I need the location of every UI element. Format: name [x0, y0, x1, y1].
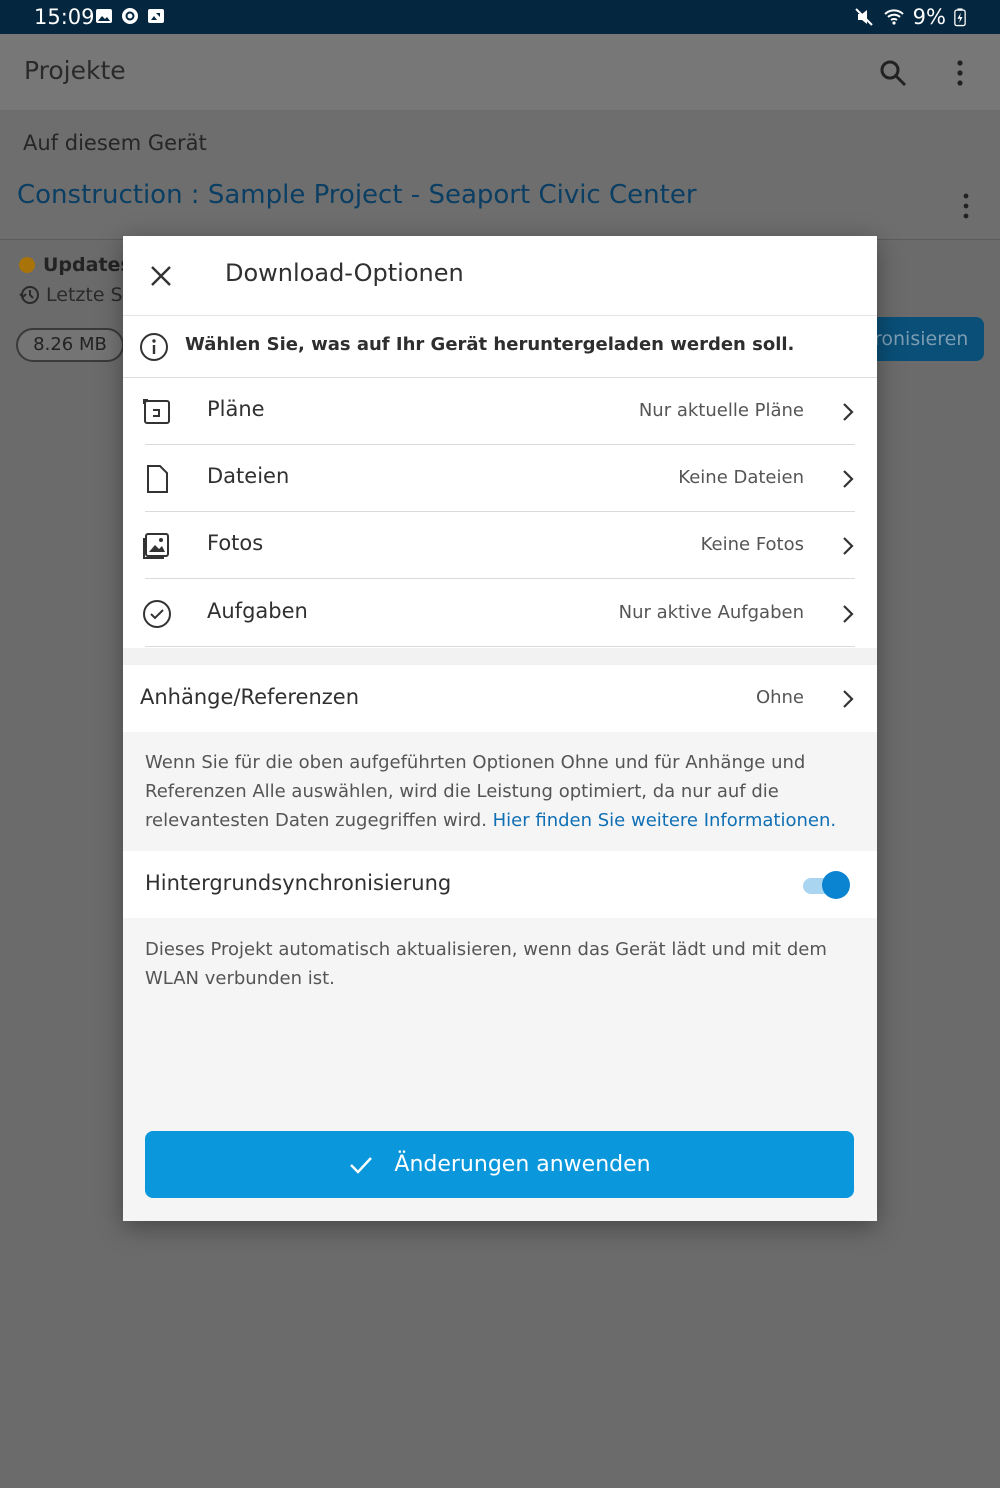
attachments-label: Anhänge/Referenzen	[140, 685, 360, 709]
chevron-right-icon	[843, 605, 854, 623]
divider	[145, 646, 855, 647]
section-label: Auf diesem Gerät	[23, 131, 207, 155]
option-label: Aufgaben	[207, 599, 308, 623]
option-value: Nur aktive Aufgaben	[618, 602, 804, 623]
option-value: Nur aktuelle Pläne	[638, 400, 804, 421]
option-label: Dateien	[207, 464, 290, 488]
app-bar: Projekte	[0, 34, 1000, 110]
gallery-icon	[96, 9, 112, 23]
more-info-link[interactable]: Hier finden Sie weitere Informationen.	[493, 810, 836, 831]
chevron-right-icon	[843, 403, 854, 421]
performance-note: Wenn Sie für die oben aufgeführten Optio…	[145, 748, 857, 835]
updates-status: Updates	[19, 254, 132, 276]
option-row-photos[interactable]: Fotos Keine Fotos	[123, 512, 877, 579]
dialog-title: Download-Optionen	[225, 259, 464, 287]
warning-dot-icon	[19, 257, 35, 273]
option-label: Pläne	[207, 397, 265, 421]
file-icon	[147, 465, 168, 493]
apply-changes-label: Änderungen anwenden	[394, 1152, 651, 1177]
background-sync-toggle[interactable]	[801, 871, 851, 899]
info-icon	[140, 333, 168, 361]
last-sync: Letzte Sy	[18, 284, 134, 306]
more-vertical-icon[interactable]	[950, 58, 970, 88]
sync-icon	[122, 8, 138, 24]
option-row-tasks[interactable]: Aufgaben Nur aktive Aufgaben	[123, 580, 877, 647]
background-sync-label: Hintergrundsynchronisierung	[145, 871, 452, 895]
chevron-right-icon	[843, 470, 854, 488]
wifi-icon	[883, 9, 904, 25]
close-icon[interactable]	[149, 264, 173, 288]
project-title[interactable]: Construction : Sample Project - Seaport …	[17, 180, 697, 210]
section-separator	[123, 648, 877, 665]
app-title: Projekte	[24, 56, 126, 85]
device-section: Auf diesem Gerät Construction : Sample P…	[0, 110, 1000, 240]
background-sync-row: Hintergrundsynchronisierung	[123, 851, 877, 918]
option-row-files[interactable]: Dateien Keine Dateien	[123, 445, 877, 512]
search-icon[interactable]	[878, 58, 908, 88]
last-sync-label: Letzte Sy	[46, 284, 134, 306]
sync-button[interactable]: ronisieren	[860, 317, 984, 361]
option-row-plans[interactable]: Pläne Nur aktuelle Pläne	[123, 378, 877, 445]
battery-percent: 9%	[912, 5, 946, 29]
updates-label: Updates	[43, 254, 132, 276]
status-bar: 15:09 9%	[0, 0, 1000, 34]
mute-icon	[854, 8, 873, 26]
sync-note: Dieses Projekt automatisch aktualisieren…	[145, 939, 827, 989]
option-label: Fotos	[207, 531, 264, 555]
status-time: 15:09	[34, 5, 95, 29]
download-options-list: Pläne Nur aktuelle Pläne Dateien Keine D…	[123, 378, 877, 648]
toggle-knob	[822, 871, 850, 899]
chevron-right-icon	[843, 690, 854, 708]
task-check-icon	[143, 600, 171, 628]
option-value: Keine Fotos	[700, 534, 804, 555]
project-more-icon[interactable]	[957, 192, 975, 220]
info-banner: Wählen Sie, was auf Ihr Gerät herunterge…	[123, 316, 877, 378]
battery-charging-icon	[954, 8, 966, 27]
size-badge: 8.26 MB	[16, 328, 124, 362]
download-options-dialog: Download-Optionen Wählen Sie, was auf Ih…	[123, 236, 877, 1221]
history-icon	[19, 286, 39, 304]
sheets-icon	[143, 399, 170, 424]
chevron-right-icon	[843, 537, 854, 555]
check-icon	[350, 1156, 373, 1174]
photos-icon	[143, 533, 169, 559]
dialog-header: Download-Optionen	[123, 236, 877, 316]
attachments-row[interactable]: Anhänge/Referenzen Ohne	[123, 665, 877, 732]
option-value: Keine Dateien	[678, 467, 804, 488]
screenshot-icon	[148, 9, 164, 23]
apply-changes-button[interactable]: Änderungen anwenden	[145, 1131, 854, 1198]
attachments-value: Ohne	[755, 687, 804, 708]
divider	[145, 578, 855, 579]
info-text: Wählen Sie, was auf Ihr Gerät herunterge…	[185, 334, 795, 355]
